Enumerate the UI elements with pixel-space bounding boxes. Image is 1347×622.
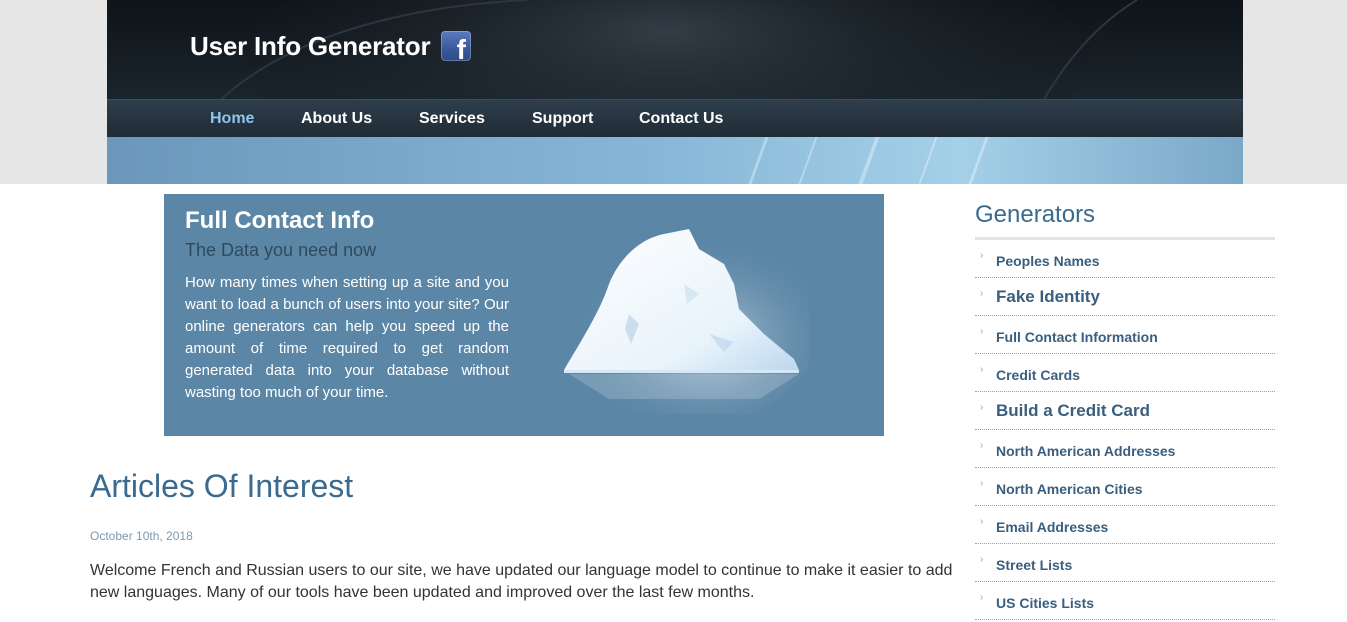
sidebar-item-credit-cards[interactable]: › Credit Cards: [975, 354, 1275, 392]
article-date: October 10th, 2018: [90, 529, 193, 543]
iceberg-illustration: [564, 229, 809, 414]
chevron-right-icon: ›: [980, 478, 984, 489]
sidebar-item-full-contact-information[interactable]: › Full Contact Information: [975, 316, 1275, 354]
sidebar-item-north-american-cities[interactable]: › North American Cities: [975, 468, 1275, 506]
nav-services[interactable]: Services: [419, 110, 485, 128]
sidebar-item-email-addresses[interactable]: › Email Addresses: [975, 506, 1275, 544]
facebook-icon[interactable]: f: [441, 31, 471, 64]
chevron-right-icon: ›: [980, 250, 984, 261]
generators-list: › Peoples Names › Fake Identity › Full C…: [975, 240, 1275, 620]
sidebar-item-label[interactable]: Full Contact Information: [996, 329, 1158, 345]
site-title[interactable]: User Info Generator: [190, 31, 431, 62]
chevron-right-icon: ›: [980, 516, 984, 527]
sidebar-item-label[interactable]: US Cities Lists: [996, 595, 1094, 611]
chevron-right-icon: ›: [980, 402, 984, 413]
nav-contact-us[interactable]: Contact Us: [639, 110, 723, 128]
sidebar-item-label[interactable]: North American Cities: [996, 481, 1143, 497]
sidebar-item-street-lists[interactable]: › Street Lists: [975, 544, 1275, 582]
sidebar-heading: Generators: [975, 201, 1275, 240]
feature-panel: Full Contact Info The Data you need now …: [164, 194, 884, 436]
sidebar-item-label[interactable]: Credit Cards: [996, 367, 1080, 383]
articles-heading: Articles Of Interest: [90, 468, 354, 504]
sidebar-item-label[interactable]: Street Lists: [996, 557, 1072, 573]
chevron-right-icon: ›: [980, 364, 984, 375]
sidebar-item-north-american-addresses[interactable]: › North American Addresses: [975, 430, 1275, 468]
nav-support[interactable]: Support: [532, 110, 593, 128]
sidebar-item-label[interactable]: Fake Identity: [996, 287, 1100, 307]
sidebar-item-label[interactable]: Peoples Names: [996, 253, 1100, 269]
article-body: Welcome French and Russian users to our …: [90, 562, 953, 601]
header-banner-strip: [107, 137, 1243, 184]
chevron-right-icon: ›: [980, 288, 984, 299]
chevron-right-icon: ›: [980, 326, 984, 337]
chevron-right-icon: ›: [980, 592, 984, 603]
sidebar-item-build-a-credit-card[interactable]: › Build a Credit Card: [975, 392, 1275, 430]
sidebar-item-us-cities-lists[interactable]: › US Cities Lists: [975, 582, 1275, 620]
sidebar-item-label[interactable]: Email Addresses: [996, 519, 1108, 535]
feature-title: Full Contact Info: [185, 207, 375, 234]
generators-sidebar: Generators › Peoples Names › Fake Identi…: [975, 200, 1275, 620]
sidebar-item-fake-identity[interactable]: › Fake Identity: [975, 278, 1275, 316]
chevron-right-icon: ›: [980, 554, 984, 565]
nav-about-us[interactable]: About Us: [301, 110, 372, 128]
main-nav: Home About Us Services Support Contact U…: [107, 99, 1243, 138]
sidebar-item-peoples-names[interactable]: › Peoples Names: [975, 240, 1275, 278]
nav-home[interactable]: Home: [210, 110, 254, 128]
sidebar-item-label[interactable]: Build a Credit Card: [996, 401, 1150, 421]
chevron-right-icon: ›: [980, 440, 984, 451]
feature-subtitle: The Data you need now: [185, 240, 377, 260]
sidebar-item-label[interactable]: North American Addresses: [996, 443, 1175, 459]
site-header: User Info Generator f Home About Us Serv…: [107, 0, 1243, 184]
feature-body: How many times when setting up a site an…: [185, 274, 509, 401]
